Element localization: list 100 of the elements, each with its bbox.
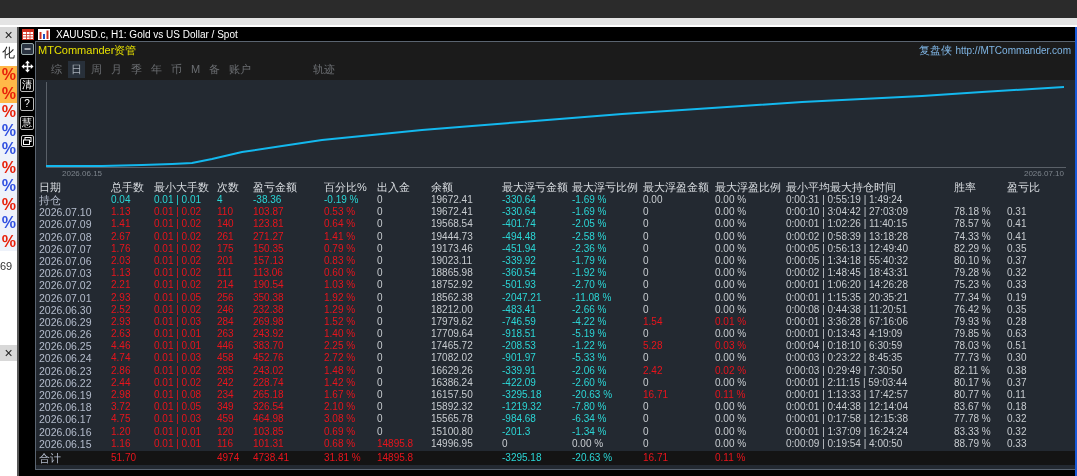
table-cell-text: 0: [643, 206, 650, 219]
table-cell-text: 459: [217, 413, 235, 426]
table-cell-text: 0.00 %: [715, 401, 748, 414]
table-cell-text: 18212.00: [431, 303, 474, 316]
table-cell-text: 326.54: [253, 401, 285, 414]
tab[interactable]: 日: [68, 60, 85, 78]
row-label: 持仓: [39, 194, 62, 207]
table-cell-text: 0.02 %: [715, 364, 748, 377]
percent-item[interactable]: %: [0, 177, 17, 196]
table-cell-text: 1.54: [643, 315, 664, 329]
window-title: XAUUSD.c, H1: Gold vs US Dollar / Spot: [56, 28, 238, 40]
table-cell-text: 0: [643, 352, 650, 365]
table-cell-text: 0:00:03 | 0:23:22 | 8:45:35: [786, 352, 904, 365]
table-cell-text: 0: [377, 401, 384, 414]
table-cell-text: 82.29 %: [954, 242, 992, 255]
table-cell-text: 0.18: [1007, 401, 1028, 414]
grid-icon[interactable]: [22, 28, 34, 40]
table-cell-text: 0: [377, 340, 384, 353]
tab[interactable]: 月: [108, 60, 125, 78]
percent-item[interactable]: %: [0, 103, 17, 122]
table-cell-text: 0.28: [1007, 315, 1028, 329]
tab[interactable]: 币: [168, 60, 185, 78]
column-header: 最大浮亏比例: [572, 181, 639, 194]
table-cell-text: 0.01 | 0.02: [154, 230, 203, 243]
close-button[interactable]: ×: [0, 345, 17, 361]
table-cell-text: 15100.80: [431, 425, 474, 438]
tab[interactable]: 备: [206, 60, 224, 78]
table-cell-text: -5.33 %: [572, 352, 608, 365]
table-cell-text: 0.38: [1007, 364, 1028, 377]
move-icon[interactable]: [20, 60, 34, 73]
minimize-icon[interactable]: [20, 43, 34, 55]
table-cell-text: 0: [643, 218, 650, 231]
tab[interactable]: M: [188, 62, 204, 76]
table-cell-text: 75.23 %: [954, 279, 992, 292]
table-cell-text: 18865.98: [431, 267, 474, 280]
table-cell-text: 2.63: [111, 328, 132, 341]
table-cell-text: 0:00:03 | 0:29:49 | 7:30:50: [786, 364, 904, 377]
table-cell-text: -339.91: [502, 364, 537, 377]
column-header: 最大浮亏金额: [502, 181, 569, 194]
tool-button[interactable]: ?: [20, 97, 34, 111]
table-cell-text: 51.70: [111, 450, 138, 465]
table-cell-text: 0.01 | 0.08: [154, 389, 203, 402]
table-cell-text: 0.04: [111, 194, 132, 207]
table-cell-text: 0.00 %: [715, 413, 748, 426]
table-cell-text: -746.59: [502, 315, 537, 329]
table-cell-text: 0: [377, 303, 384, 316]
percent-item[interactable]: %: [0, 214, 17, 233]
table-cell-text: 2.72 %: [324, 352, 357, 365]
table-cell-text: -360.54: [502, 267, 537, 280]
row-label: 2026.06.15: [39, 437, 93, 450]
table-cell-text: 0.03 %: [715, 340, 748, 353]
tab[interactable]: 账户: [226, 60, 255, 78]
table-cell-text: 0.00 %: [715, 303, 748, 316]
table-cell-text: 383.70: [253, 340, 285, 353]
table-cell-text: -38.36: [253, 194, 283, 207]
table-cell-text: 19672.41: [431, 206, 474, 219]
table-cell-text: 0.00 %: [715, 254, 748, 268]
axis-label: 2026.07.10: [1023, 169, 1064, 178]
table-cell-text: 0.01 | 0.02: [154, 364, 203, 377]
tab[interactable]: 周: [88, 60, 105, 78]
website-link[interactable]: http://MTCommander.com: [955, 44, 1071, 56]
row-label: 2026.07.10: [39, 206, 93, 219]
window-icon[interactable]: [20, 135, 34, 147]
percent-item[interactable]: %: [0, 66, 17, 85]
tab[interactable]: 综: [48, 60, 65, 78]
table-cell-text: 0: [377, 364, 384, 377]
table-cell-text: 175: [217, 242, 235, 255]
column-header: 总手数: [111, 181, 145, 194]
table-cell-text: 1.76: [111, 242, 132, 255]
table-cell-text: 0: [377, 230, 384, 243]
column-header: 百分比%: [324, 181, 368, 194]
table-cell-text: 4738.41: [253, 450, 291, 465]
table-cell-text: 0.51: [1007, 340, 1028, 353]
table-cell-text: 246: [217, 303, 235, 316]
close-button[interactable]: ×: [0, 27, 17, 43]
table-cell-text: 2.52: [111, 303, 132, 316]
tool-button[interactable]: 慧: [20, 116, 34, 130]
table-cell-text: 16157.50: [431, 389, 474, 402]
tab[interactable]: 季: [128, 60, 145, 78]
table-cell-text: 18752.92: [431, 279, 474, 292]
chart-icon[interactable]: [38, 28, 50, 40]
track-button[interactable]: 轨迹: [310, 60, 339, 78]
row-label: 2026.06.18: [39, 401, 93, 414]
table-cell-text: 150.35: [253, 242, 285, 255]
table-cell-text: 2.86: [111, 364, 132, 377]
tab[interactable]: 年: [148, 60, 165, 78]
table-cell-text: 0.01 | 0.01: [154, 437, 203, 450]
table-cell-text: 19568.54: [431, 218, 474, 231]
table-cell-text: 2.93: [111, 291, 132, 304]
table-cell-text: 31.81 %: [324, 450, 362, 465]
table-cell-text: -2.66 %: [572, 303, 608, 316]
tool-button[interactable]: 清: [20, 78, 34, 92]
table-cell-text: 1.92 %: [324, 291, 357, 304]
table-cell-text: 0.01 | 0.02: [154, 218, 203, 231]
table-cell-text: 18562.38: [431, 291, 474, 304]
table-cell-text: 19444.73: [431, 230, 474, 243]
percent-item[interactable]: %: [0, 140, 17, 159]
row-label: 2026.06.17: [39, 413, 93, 426]
table-cell-text: 0.31: [1007, 206, 1028, 219]
table-cell-text: 0: [643, 413, 650, 426]
